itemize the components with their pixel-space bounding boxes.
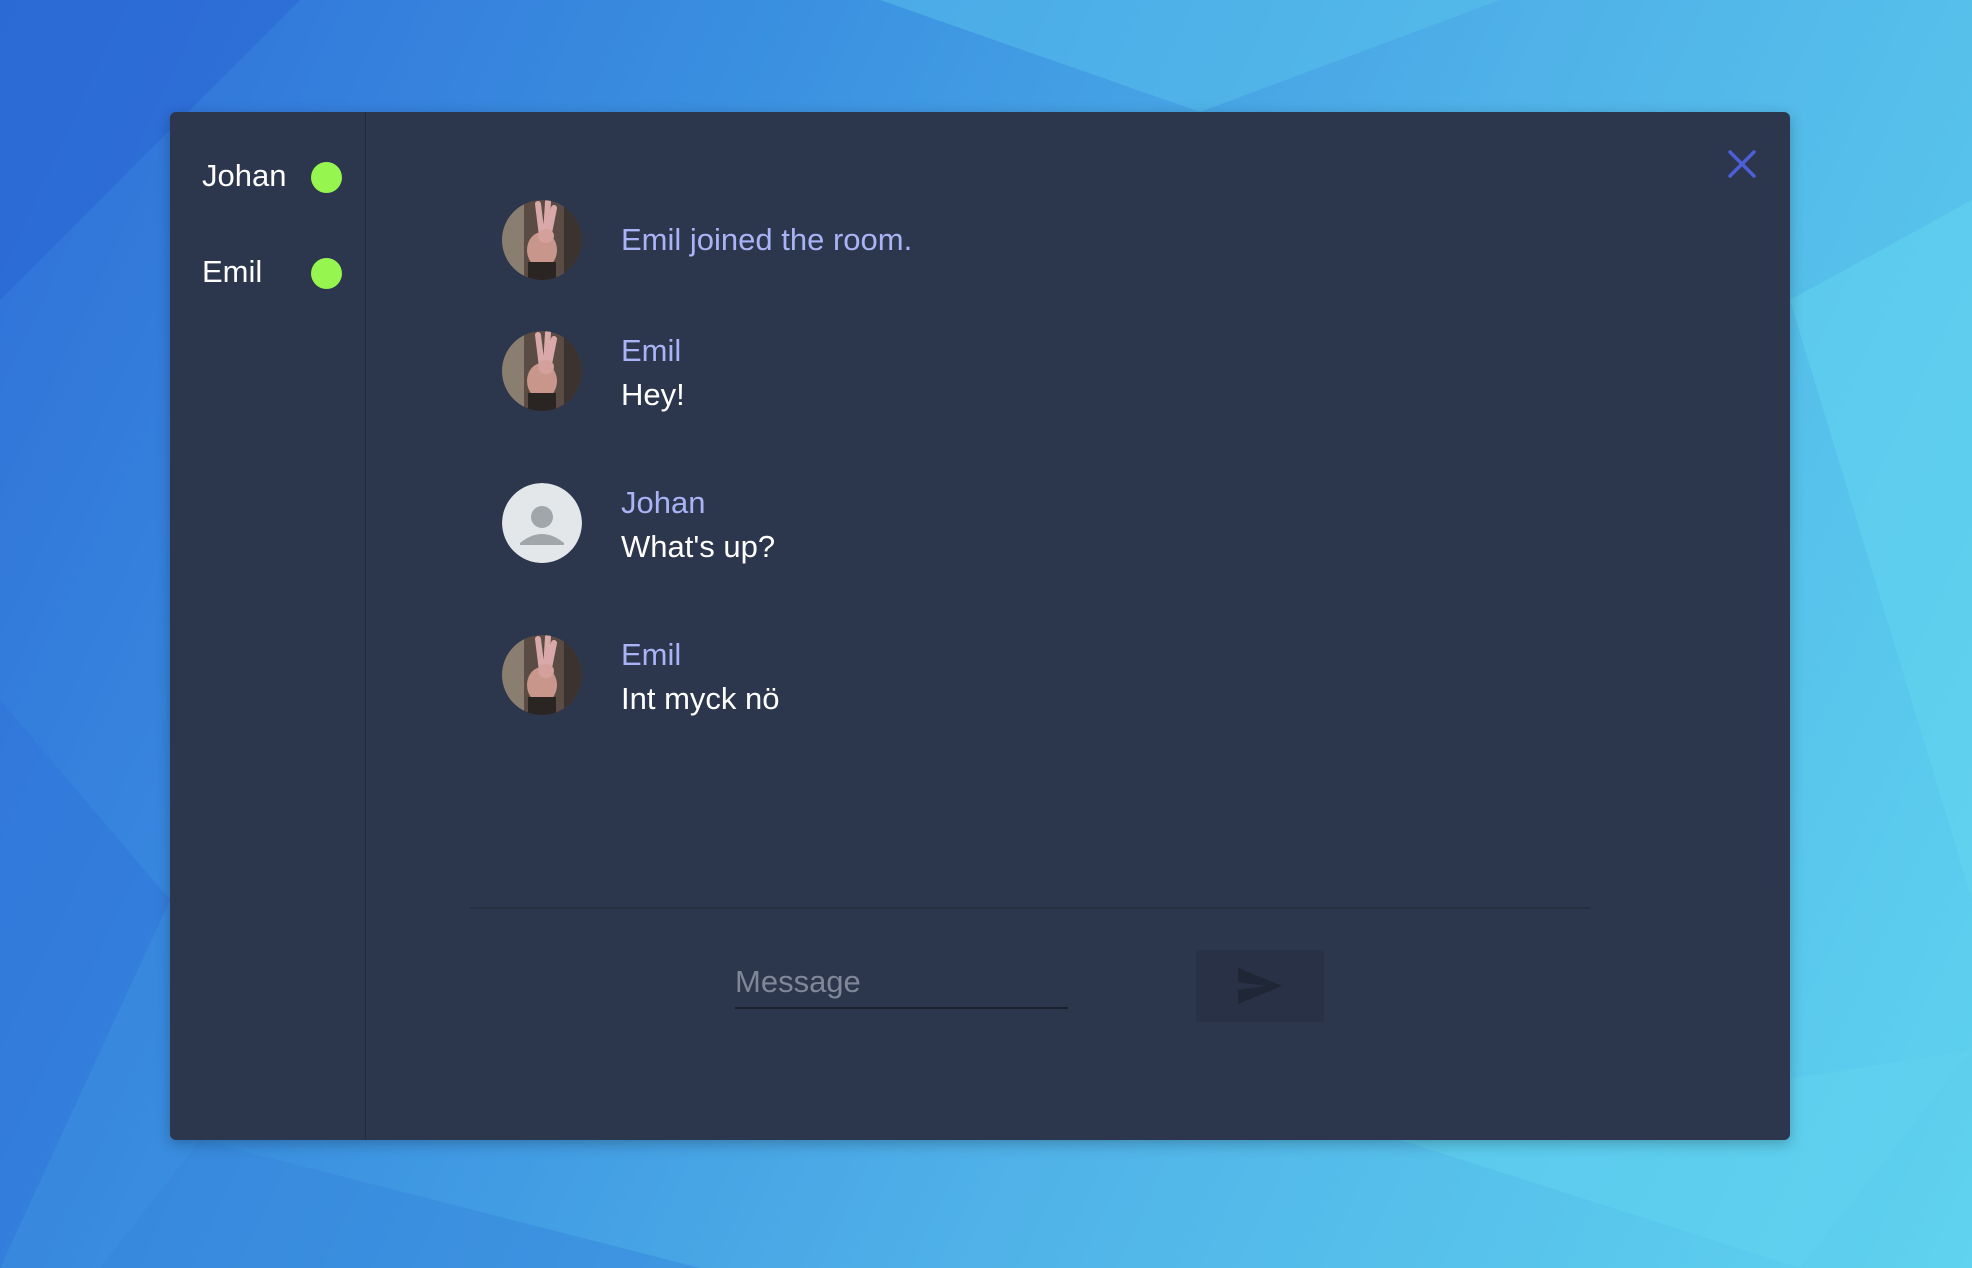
message-text: Hey! bbox=[621, 377, 685, 412]
avatar bbox=[502, 200, 582, 280]
message-input[interactable] bbox=[735, 957, 1068, 1009]
message-text: Int myck nö bbox=[621, 681, 780, 716]
chat-message: Emil Hey! bbox=[502, 331, 685, 419]
message-text: What's up? bbox=[621, 529, 776, 564]
chat-window: Johan Emil Emil joined the room. Emil He… bbox=[170, 112, 1790, 1140]
send-icon bbox=[1238, 968, 1282, 1004]
avatar bbox=[502, 635, 582, 715]
message-author: Emil bbox=[621, 637, 682, 672]
avatar bbox=[502, 483, 582, 563]
composer-divider bbox=[470, 907, 1590, 909]
user-name: Emil bbox=[202, 254, 263, 289]
default-avatar-icon bbox=[502, 483, 582, 563]
user-name: Johan bbox=[202, 158, 287, 193]
emil-photo-icon bbox=[502, 635, 582, 715]
user-list: Johan Emil bbox=[170, 112, 366, 1140]
message-author: Johan bbox=[621, 485, 706, 520]
online-status-icon bbox=[311, 162, 342, 193]
user-item-johan[interactable]: Johan bbox=[202, 156, 342, 196]
message-author: Emil bbox=[621, 333, 682, 368]
emil-photo-icon bbox=[502, 331, 582, 411]
chat-message: Johan What's up? bbox=[502, 483, 775, 571]
system-message: Emil joined the room. bbox=[502, 200, 912, 280]
emil-photo-icon bbox=[502, 200, 582, 280]
send-button[interactable] bbox=[1196, 950, 1324, 1022]
close-button[interactable] bbox=[1722, 144, 1762, 184]
chat-message: Emil Int myck nö bbox=[502, 635, 780, 723]
system-message-text: Emil joined the room. bbox=[621, 222, 913, 257]
online-status-icon bbox=[311, 258, 342, 289]
avatar bbox=[502, 331, 582, 411]
close-icon bbox=[1728, 150, 1756, 178]
user-item-emil[interactable]: Emil bbox=[202, 252, 342, 292]
